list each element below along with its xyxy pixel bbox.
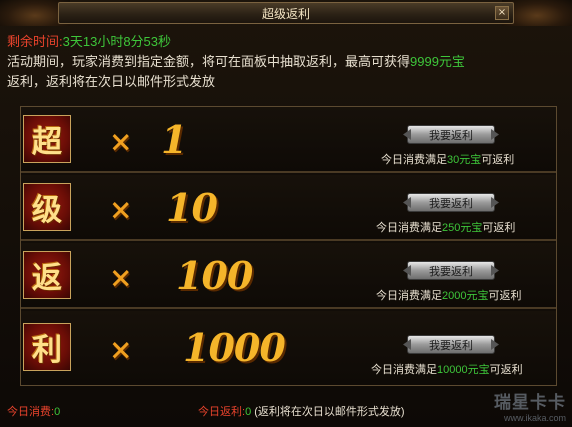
max-reward-highlight: 9999元宝 xyxy=(410,54,465,69)
char-tile-label: 级 xyxy=(32,193,62,228)
claim-rebate-button[interactable]: 我要返利 xyxy=(407,193,495,212)
close-button[interactable]: × xyxy=(495,6,509,20)
condition-suffix: 可返利 xyxy=(489,364,523,376)
event-description: 活动期间，玩家消费到指定金额，将可在面板中抽取返利，最高可获得9999元宝 返利… xyxy=(7,52,567,92)
countdown-value: 3天13小时8分53秒 xyxy=(62,34,172,49)
countdown: 剩余时间:3天13小时8分53秒 xyxy=(7,31,171,50)
condition-prefix: 今日消费满足 xyxy=(381,154,447,166)
row-divider xyxy=(21,307,556,309)
times-symbol: × xyxy=(109,193,133,226)
char-tile: 返 xyxy=(23,251,71,299)
multiplier-value: 1 xyxy=(161,117,187,162)
rebate-row: 利 × 1000 我要返利 今日消费满足10000元宝可返利 xyxy=(21,311,556,385)
today-spend-value: 0 xyxy=(54,406,61,418)
rebate-condition: 今日消费满足250元宝可返利 xyxy=(376,219,515,235)
countdown-label: 剩余时间: xyxy=(7,34,63,49)
window-title: 超级返利 xyxy=(261,6,310,21)
row-divider xyxy=(21,171,556,173)
condition-prefix: 今日消费满足 xyxy=(376,290,442,302)
char-tile: 级 xyxy=(23,183,71,231)
watermark: 瑞星卡卡 www.ikaka.com xyxy=(494,388,566,423)
rebate-condition: 今日消费满足30元宝可返利 xyxy=(381,151,514,167)
description-line1: 活动期间，玩家消费到指定金额，将可在面板中抽取返利，最高可获得 xyxy=(7,54,411,69)
condition-prefix: 今日消费满足 xyxy=(371,364,437,376)
row-divider xyxy=(21,239,556,241)
condition-prefix: 今日消费满足 xyxy=(376,222,442,234)
rebate-panel: 超 × 1 我要返利 今日消费满足30元宝可返利 级 × 10 我要返利 今日消… xyxy=(20,106,557,386)
multiplier-value: 10 xyxy=(166,185,218,230)
rebate-row: 返 × 100 我要返利 今日消费满足2000元宝可返利 xyxy=(21,243,556,309)
rebate-window: 超级返利 × 剩余时间:3天13小时8分53秒 活动期间，玩家消费到指定金额，将… xyxy=(0,0,572,427)
condition-suffix: 可返利 xyxy=(481,154,515,166)
rebate-condition: 今日消费满足2000元宝可返利 xyxy=(376,287,521,303)
times-symbol: × xyxy=(109,333,133,366)
condition-amount: 250元宝 xyxy=(442,222,483,234)
condition-suffix: 可返利 xyxy=(482,222,516,234)
condition-amount: 2000元宝 xyxy=(442,290,489,302)
today-spend: 今日消费:0 xyxy=(7,403,60,419)
multiplier-value: 100 xyxy=(176,253,253,298)
claim-rebate-button[interactable]: 我要返利 xyxy=(407,335,495,354)
condition-suffix: 可返利 xyxy=(488,290,522,302)
watermark-brand: 瑞星卡卡 xyxy=(494,393,566,412)
claim-rebate-button[interactable]: 我要返利 xyxy=(407,125,495,144)
char-tile: 利 xyxy=(23,323,71,371)
times-symbol: × xyxy=(109,261,133,294)
condition-amount: 30元宝 xyxy=(447,154,482,166)
condition-amount: 10000元宝 xyxy=(437,364,490,376)
times-symbol: × xyxy=(109,125,133,158)
today-rebate-value: 0 xyxy=(245,406,252,418)
multiplier-value: 1000 xyxy=(183,325,286,370)
rebate-row: 级 × 10 我要返利 今日消费满足250元宝可返利 xyxy=(21,175,556,241)
mail-delivery-note: (返利将在次日以邮件形式发放) xyxy=(254,406,405,418)
description-line2: 返利，返利将在次日以邮件形式发放 xyxy=(7,74,216,89)
char-tile-label: 返 xyxy=(32,261,62,296)
char-tile-label: 利 xyxy=(32,333,62,368)
watermark-url: www.ikaka.com xyxy=(503,413,566,423)
rebate-row: 超 × 1 我要返利 今日消费满足30元宝可返利 xyxy=(21,107,556,173)
today-rebate: 今日返利:0 (返利将在次日以邮件形式发放) xyxy=(198,403,405,419)
today-spend-label: 今日消费: xyxy=(7,406,55,418)
char-tile-label: 超 xyxy=(32,125,62,160)
title-bar: 超级返利 × xyxy=(58,2,514,24)
rebate-condition: 今日消费满足10000元宝可返利 xyxy=(371,361,523,377)
today-rebate-label: 今日返利: xyxy=(198,406,246,418)
claim-rebate-button[interactable]: 我要返利 xyxy=(407,261,495,280)
char-tile: 超 xyxy=(23,115,71,163)
